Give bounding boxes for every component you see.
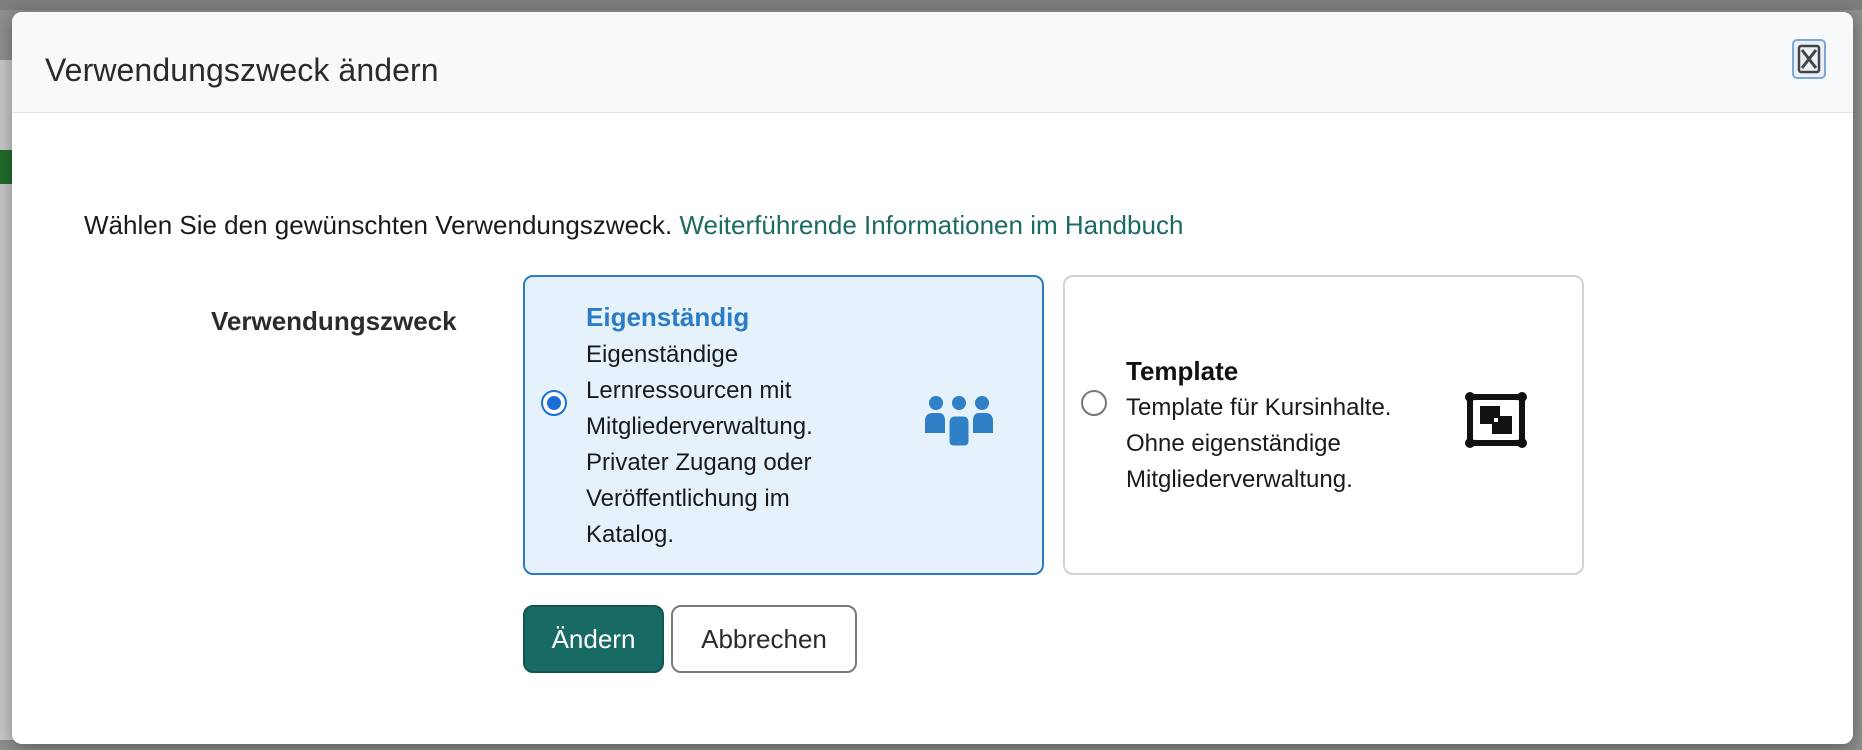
option-title-standalone: Eigenständig — [586, 302, 750, 332]
option-card-template[interactable]: Template Template für Kursinhalte. Ohne … — [1063, 275, 1584, 575]
submit-button[interactable]: Ändern — [523, 605, 664, 673]
purpose-dialog: Verwendungszweck ändern Wählen Sie den g… — [12, 12, 1853, 744]
option-description-standalone: Eigenständige Lernressourcen mit Mitglie… — [586, 341, 813, 548]
background-page-top — [0, 0, 1862, 10]
purpose-field-label: Verwendungszweck — [211, 306, 457, 336]
close-button[interactable] — [1792, 39, 1826, 79]
template-icon — [1465, 392, 1527, 448]
close-icon — [1797, 44, 1821, 74]
option-description-template: Template für Kursinhalte. Ohne eigenstän… — [1126, 394, 1392, 493]
dialog-header: Verwendungszweck ändern — [12, 12, 1853, 113]
intro-text: Wählen Sie den gewünschten Verwendungszw… — [84, 210, 1183, 241]
dialog-title: Verwendungszweck ändern — [45, 52, 439, 88]
radio-template[interactable] — [1081, 390, 1107, 416]
radio-standalone[interactable] — [541, 390, 567, 416]
background-check-marker — [0, 150, 12, 184]
intro-description: Wählen Sie den gewünschten Verwendungszw… — [84, 210, 673, 240]
handbook-link[interactable]: Weiterführende Informationen im Handbuch — [679, 210, 1183, 240]
users-icon — [925, 396, 993, 449]
option-title-template: Template — [1126, 356, 1239, 386]
option-card-standalone[interactable]: Eigenständig Eigenständige Lernressource… — [523, 275, 1044, 575]
cancel-button[interactable]: Abbrechen — [671, 605, 857, 673]
